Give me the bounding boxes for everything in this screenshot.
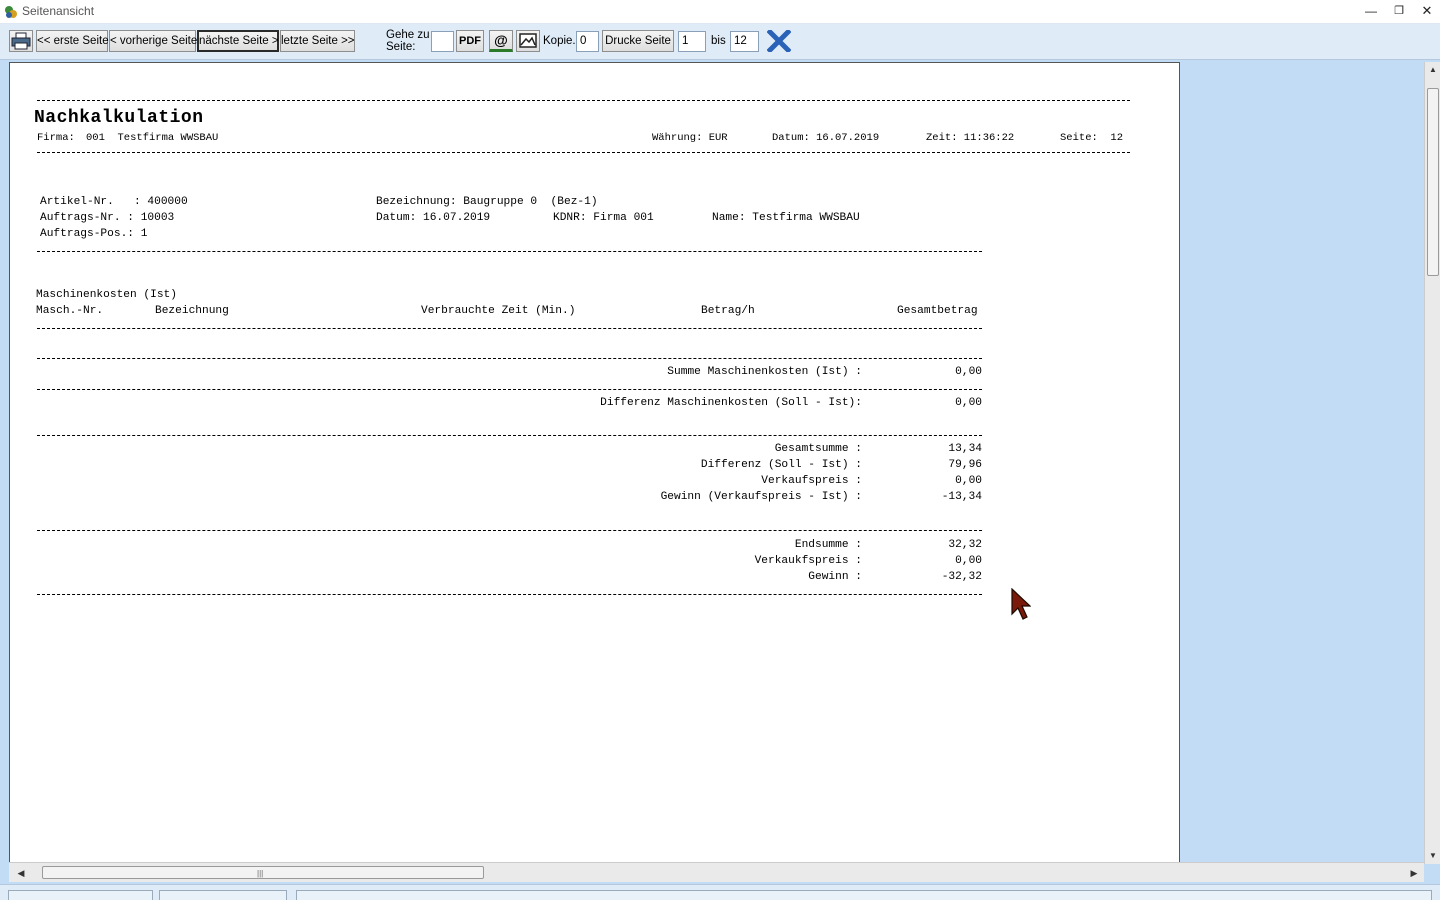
waehrung-text: Währung: EUR xyxy=(652,132,728,144)
print-button[interactable] xyxy=(9,30,33,52)
seite-text: Seite: 12 xyxy=(1060,132,1124,144)
pdf-button[interactable]: PDF xyxy=(456,30,484,52)
mouse-cursor-icon xyxy=(1011,588,1031,620)
totals-label: Verkaufspreis : xyxy=(761,475,862,487)
divider xyxy=(37,389,982,390)
goto-label: Gehe zu xyxy=(386,29,430,41)
title-bar: Seitenansicht — ❐ ✕ xyxy=(0,0,1440,24)
copies-label: Kopie.: xyxy=(543,35,579,47)
totals-label: Gewinn (Verkaufspreis - Ist) : xyxy=(660,491,862,503)
print-page-button[interactable]: Drucke Seite xyxy=(602,30,674,52)
kdnr: KDNR: Firma 001 xyxy=(553,212,654,224)
grip-icon: ||| xyxy=(257,869,264,878)
next-page-button[interactable]: nächste Seite > xyxy=(197,30,279,52)
divider xyxy=(37,594,982,595)
picture-icon xyxy=(519,33,537,48)
section-title: Maschinenkosten (Ist) xyxy=(36,289,177,301)
report-page: Nachkalkulation Firma: 001 Testfirma WWS… xyxy=(9,62,1180,864)
restore-button[interactable]: ❐ xyxy=(1386,2,1412,20)
status-bar xyxy=(0,884,1440,900)
status-segment xyxy=(159,890,287,900)
auftrag-datum: Datum: 16.07.2019 xyxy=(376,212,491,224)
totals-label: Gesamtsumme : xyxy=(774,443,862,455)
scroll-right-icon[interactable]: ▶ xyxy=(1405,863,1423,883)
bis-label: bis xyxy=(711,35,726,47)
datum-text: Datum: 16.07.2019 xyxy=(772,132,880,144)
artikel-nr: Artikel-Nr. : 400000 xyxy=(40,196,188,208)
close-preview-button[interactable] xyxy=(765,28,792,54)
copies-input[interactable]: 0 xyxy=(576,31,599,52)
app-icon xyxy=(5,6,17,18)
minimize-button[interactable]: — xyxy=(1358,2,1384,20)
kunde-name: Name: Testfirma WWSBAU xyxy=(712,212,860,224)
totals-value: 79,96 xyxy=(948,459,982,471)
col-gesamtbetrag: Gesamtbetrag xyxy=(897,305,978,317)
scroll-left-icon[interactable]: ◀ xyxy=(12,863,30,883)
totals-value: -13,34 xyxy=(941,491,982,503)
last-page-button[interactable]: letzte Seite >> xyxy=(280,30,355,52)
col-verbrauchte-zeit: Verbrauchte Zeit (Min.) xyxy=(421,305,576,317)
col-masch-nr: Masch.-Nr. xyxy=(36,305,104,317)
col-betrag: Betrag/h xyxy=(701,305,755,317)
auftrags-pos: Auftrags-Pos.: 1 xyxy=(40,228,148,240)
auftrags-nr: Auftrags-Nr. : 10003 xyxy=(40,212,175,224)
page-from-input[interactable]: 1 xyxy=(678,31,706,52)
totals-label: Differenz (Soll - Ist) : xyxy=(700,459,862,471)
differenz-label: Differenz Maschinenkosten (Soll - Ist): xyxy=(600,397,862,409)
divider xyxy=(37,530,982,531)
divider xyxy=(37,251,982,252)
horizontal-scroll-thumb[interactable]: ||| xyxy=(42,866,484,879)
prev-page-button[interactable]: < vorherige Seite xyxy=(109,30,197,52)
scroll-down-icon[interactable]: ▼ xyxy=(1425,848,1440,864)
bezeichnung: Bezeichnung: Baugruppe 0 (Bez-1) xyxy=(376,196,598,208)
zeit-text: Zeit: 11:36:22 xyxy=(926,132,1015,144)
totals-value: 13,34 xyxy=(948,443,982,455)
preview-viewport: Nachkalkulation Firma: 001 Testfirma WWS… xyxy=(0,60,1440,882)
report-title: Nachkalkulation xyxy=(34,108,204,128)
end-value: 32,32 xyxy=(948,539,982,551)
goto-label-page: Seite: xyxy=(386,41,416,53)
page-to-input[interactable]: 12 xyxy=(730,31,759,52)
totals-value: 0,00 xyxy=(955,475,982,487)
horizontal-scrollbar[interactable]: ◀ ||| ▶ xyxy=(9,862,1424,882)
printer-icon xyxy=(11,32,31,50)
status-segment xyxy=(8,890,153,900)
end-label: Verkaukfspreis : xyxy=(754,555,862,567)
summe-label: Summe Maschinenkosten (Ist) : xyxy=(667,366,862,378)
toolbar: << erste Seite < vorherige Seite nächste… xyxy=(0,24,1440,60)
window-title: Seitenansicht xyxy=(22,4,95,18)
differenz-value: 0,00 xyxy=(955,397,982,409)
col-bezeichnung: Bezeichnung xyxy=(155,305,229,317)
vertical-scrollbar[interactable]: ▲ ▼ xyxy=(1424,62,1440,864)
end-value: 0,00 xyxy=(955,555,982,567)
email-icon: @ xyxy=(494,32,508,48)
email-button[interactable]: @ xyxy=(489,30,513,52)
divider xyxy=(37,152,1130,153)
divider xyxy=(37,328,982,329)
scroll-up-icon[interactable]: ▲ xyxy=(1425,62,1440,78)
first-page-button[interactable]: << erste Seite xyxy=(36,30,109,52)
goto-page-input[interactable] xyxy=(431,31,454,52)
end-label: Endsumme : xyxy=(794,539,862,551)
summe-value: 0,00 xyxy=(955,366,982,378)
divider xyxy=(37,358,982,359)
divider xyxy=(37,100,1130,101)
firma-value: 001 Testfirma WWSBAU xyxy=(86,132,219,144)
end-label: Gewinn : xyxy=(808,571,862,583)
end-value: -32,32 xyxy=(941,571,982,583)
firma-label: Firma: xyxy=(37,132,75,144)
divider xyxy=(37,435,982,436)
close-window-button[interactable]: ✕ xyxy=(1414,2,1440,20)
image-export-button[interactable] xyxy=(516,30,540,52)
vertical-scroll-thumb[interactable] xyxy=(1427,88,1439,276)
status-segment xyxy=(296,890,1432,900)
close-icon xyxy=(765,28,792,54)
